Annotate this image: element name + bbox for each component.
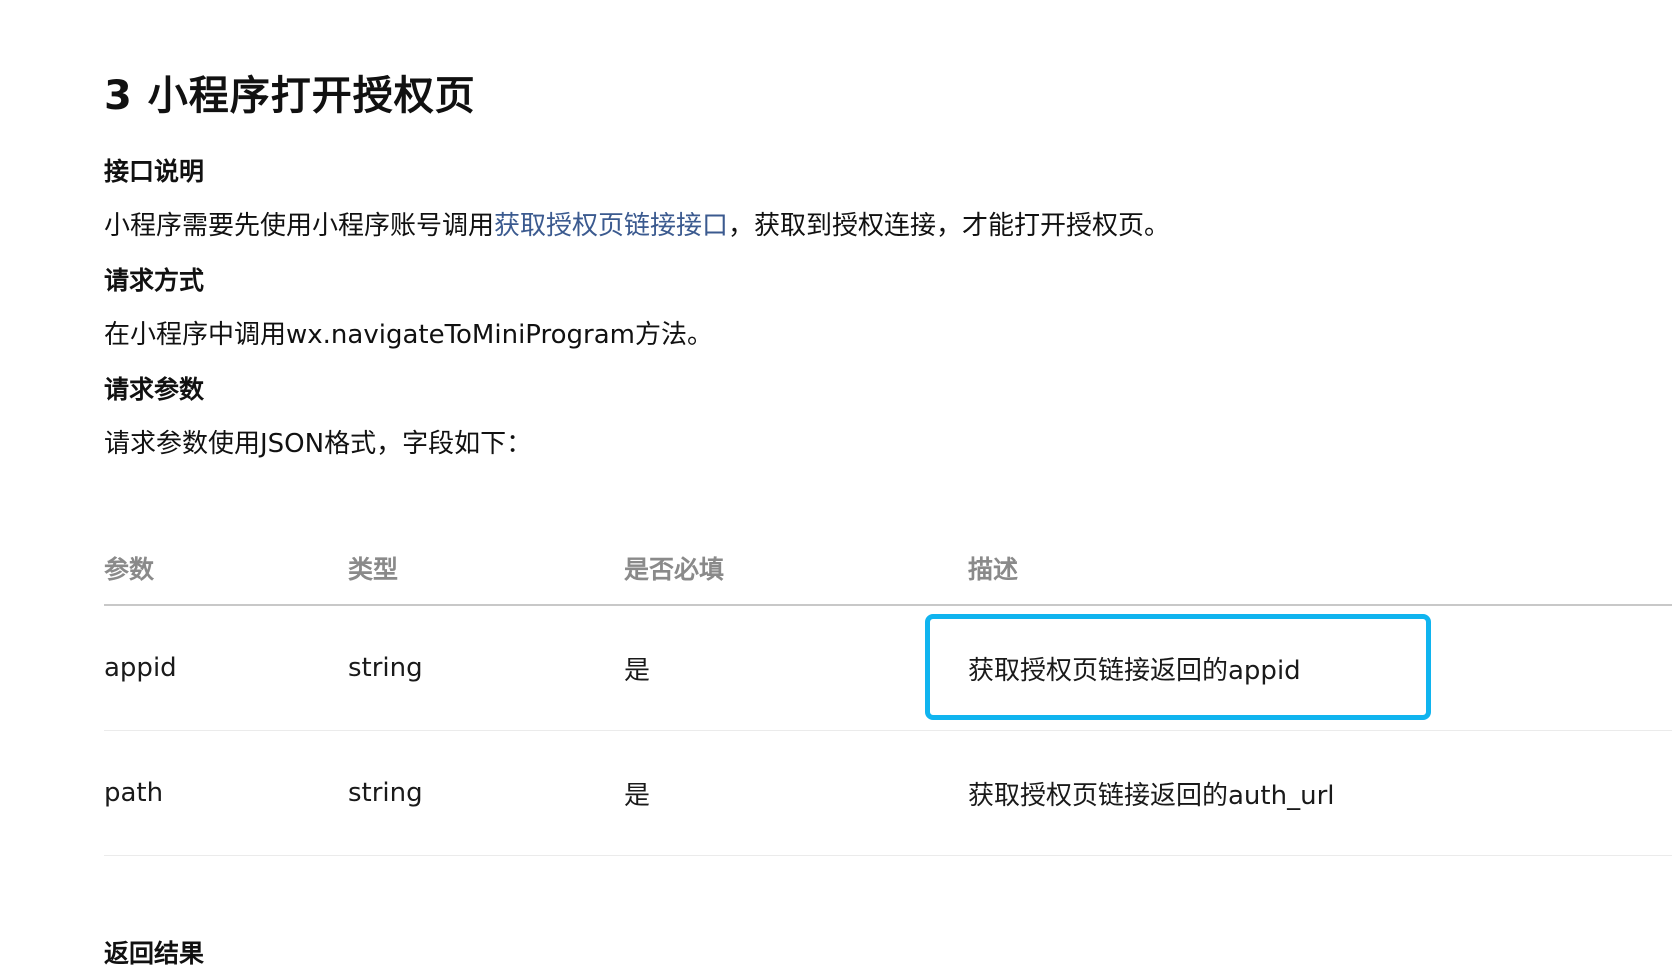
interface-desc-text-before: 小程序需要先使用小程序账号调用 [104, 211, 495, 241]
param-name-cell: appid [104, 653, 177, 683]
table-header-row: 参数 类型 是否必填 描述 [104, 532, 1672, 606]
header-type: 类型 [348, 555, 399, 584]
request-method-heading: 请求方式 [104, 266, 205, 295]
param-type-cell: string [348, 778, 423, 808]
header-description: 描述 [968, 555, 1019, 584]
interface-desc-text-after: ，获取到授权连接，才能打开授权页。 [728, 211, 1171, 241]
header-param: 参数 [104, 555, 155, 584]
request-params-heading: 请求参数 [104, 375, 205, 404]
table-row: appid string 是 获取授权页链接返回的appid [104, 606, 1672, 731]
params-table: 参数 类型 是否必填 描述 appid string 是 获取授权页链接返回的a… [104, 532, 1672, 856]
param-type-cell: string [348, 653, 423, 683]
section-title: 3 小程序打开授权页 [104, 73, 476, 119]
header-required: 是否必填 [624, 555, 725, 584]
param-description-cell: 获取授权页链接返回的auth_url [968, 780, 1335, 811]
get-auth-link-api-link[interactable]: 获取授权页链接接口 [494, 211, 728, 241]
param-description-cell: 获取授权页链接返回的appid [968, 655, 1301, 686]
interface-desc-paragraph: 小程序需要先使用小程序账号调用获取授权页链接接口，获取到授权连接，才能打开授权页… [104, 206, 1170, 246]
param-name-cell: path [104, 778, 164, 808]
request-method-text: 在小程序中调用wx.navigateToMiniProgram方法。 [104, 320, 713, 350]
param-required-cell: 是 [624, 655, 651, 686]
param-required-cell: 是 [624, 780, 651, 811]
table-row: path string 是 获取授权页链接返回的auth_url [104, 731, 1672, 856]
response-heading: 返回结果 [104, 939, 205, 968]
interface-desc-heading: 接口说明 [104, 157, 205, 186]
request-params-text: 请求参数使用JSON格式，字段如下： [104, 429, 533, 459]
